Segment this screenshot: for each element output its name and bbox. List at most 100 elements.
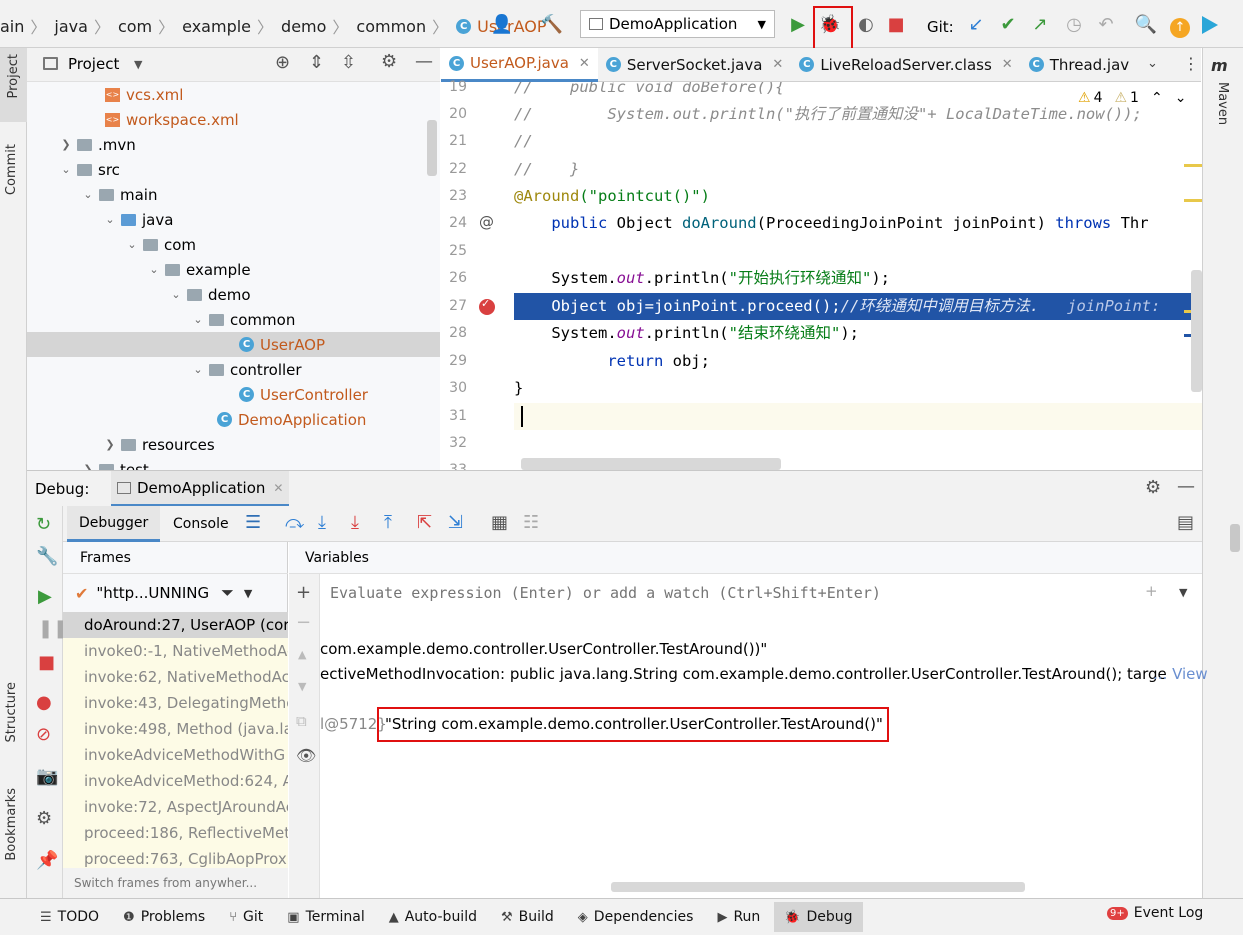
frame-item[interactable]: proceed:186, ReflectiveMet bbox=[63, 820, 288, 846]
tree-item[interactable]: <> vcs.xml bbox=[105, 82, 183, 107]
resume-icon[interactable]: ▶ bbox=[38, 586, 52, 607]
project-tool-tab[interactable]: Project bbox=[0, 48, 27, 122]
window-scrollbar[interactable] bbox=[1230, 524, 1240, 552]
step-out-icon[interactable]: ⤒ bbox=[384, 512, 392, 533]
frame-item[interactable]: proceed:763, CglibAopProx bbox=[63, 846, 288, 868]
auto-build-tool-button[interactable]: ▲ Auto-build bbox=[389, 909, 477, 925]
collapse-all-icon[interactable]: ⇳ bbox=[341, 52, 356, 73]
tree-item[interactable]: ⌄ java bbox=[103, 207, 173, 232]
variables-scrollbar[interactable] bbox=[611, 882, 1025, 892]
code-editor[interactable]: // public void doBefore(){ // System.out… bbox=[514, 82, 1202, 470]
chevron-down-icon[interactable]: ▼ bbox=[134, 58, 142, 71]
tree-item[interactable]: ⌄ src bbox=[59, 157, 120, 182]
editor-tab[interactable]: C LiveReloadServer.class ✕ bbox=[791, 48, 1020, 82]
frame-item[interactable]: invoke0:-1, NativeMethodAc bbox=[63, 638, 288, 664]
stop-icon[interactable]: ■ bbox=[38, 652, 55, 673]
chevron-right-icon[interactable]: ❯ bbox=[81, 463, 95, 470]
git-push-icon[interactable]: ↗ bbox=[1028, 12, 1052, 36]
breadcrumb-item[interactable]: demo bbox=[281, 17, 326, 36]
move-down-icon[interactable]: ▼ bbox=[298, 680, 306, 693]
breadcrumb-item[interactable]: java bbox=[54, 17, 88, 36]
layout-settings-icon[interactable]: ▤ bbox=[1177, 512, 1194, 533]
force-step-into-icon[interactable]: ⤓ bbox=[351, 512, 359, 533]
gear-icon[interactable]: ⚙ bbox=[36, 808, 52, 829]
variable-value-line[interactable]: ectiveMethodInvocation: public java.lang… bbox=[320, 665, 1170, 683]
tree-item[interactable]: ⌄ demo bbox=[169, 282, 250, 307]
close-icon[interactable]: ✕ bbox=[273, 481, 283, 495]
chevron-down-icon[interactable]: ⌄ bbox=[169, 288, 183, 301]
chevron-down-icon[interactable]: ▼ bbox=[1179, 586, 1187, 599]
eye-watch-icon[interactable]: 👁 bbox=[296, 746, 316, 765]
frame-item[interactable]: invoke:498, Method (java.la bbox=[63, 716, 288, 742]
frame-item-selected[interactable]: doAround:27, UserAOP (cor bbox=[63, 612, 288, 638]
expand-all-icon[interactable]: ⇕ bbox=[309, 52, 324, 73]
dependencies-tool-button[interactable]: ◈ Dependencies bbox=[578, 909, 694, 925]
chevron-right-icon[interactable]: ❯ bbox=[103, 438, 117, 451]
tree-item[interactable]: ❯ .mvn bbox=[59, 132, 135, 157]
chevron-right-icon[interactable]: ❯ bbox=[59, 138, 73, 151]
gear-icon[interactable]: ⚙ bbox=[1145, 477, 1161, 498]
update-arrow-icon[interactable]: ↑ bbox=[1170, 18, 1190, 38]
close-icon[interactable]: ✕ bbox=[772, 57, 783, 72]
trace-stream-icon[interactable]: ☷ bbox=[523, 512, 539, 533]
drop-frame-icon[interactable]: ⇱ bbox=[417, 512, 432, 533]
wrench-icon[interactable]: 🔧 bbox=[36, 546, 58, 567]
move-up-icon[interactable]: ▲ bbox=[298, 648, 306, 661]
vertical-scrollbar[interactable] bbox=[1191, 270, 1202, 392]
code-with-me-icon[interactable] bbox=[1202, 16, 1218, 34]
breadcrumb-item[interactable]: example bbox=[182, 17, 251, 36]
tree-item[interactable]: ❯ resources bbox=[103, 432, 214, 457]
frame-item[interactable]: invoke:43, DelegatingMetho bbox=[63, 690, 288, 716]
chevron-down-icon[interactable]: ⌄ bbox=[103, 213, 117, 226]
tab-debugger[interactable]: Debugger bbox=[67, 506, 161, 542]
breadcrumb-item[interactable]: com bbox=[118, 17, 152, 36]
close-icon[interactable]: ✕ bbox=[579, 56, 590, 71]
maven-m-icon[interactable]: m bbox=[1211, 56, 1228, 75]
more-vertical-icon[interactable]: ⋮ bbox=[1183, 54, 1199, 73]
rollback-icon[interactable]: ↶ bbox=[1094, 12, 1118, 36]
view-breakpoints-icon[interactable]: ● bbox=[36, 692, 52, 713]
mute-breakpoints-icon[interactable]: ⊘ bbox=[36, 724, 51, 745]
chevron-down-icon[interactable]: ⌄ bbox=[191, 363, 205, 376]
todo-tool-button[interactable]: ☰ TODO bbox=[40, 909, 99, 925]
commit-tool-tab[interactable]: Commit bbox=[4, 144, 19, 195]
editor-tab[interactable]: C ServerSocket.java ✕ bbox=[598, 48, 792, 82]
run-to-cursor-icon[interactable]: ⇲ bbox=[448, 512, 463, 533]
chevron-down-icon[interactable]: ⌄ bbox=[81, 188, 95, 201]
hide-minus-icon[interactable]: — bbox=[415, 51, 433, 72]
maven-tool-tab[interactable]: Maven bbox=[1215, 82, 1230, 125]
event-log-button[interactable]: 9+ Event Log bbox=[1107, 905, 1203, 921]
project-view-selector[interactable]: Project bbox=[68, 55, 119, 73]
editor-tab[interactable]: C Thread.jav bbox=[1021, 48, 1137, 82]
chevron-down-icon[interactable]: ⌄ bbox=[1175, 90, 1187, 106]
close-icon[interactable]: ✕ bbox=[1002, 57, 1013, 72]
run-icon[interactable]: ▶ bbox=[786, 12, 810, 36]
rerun-icon[interactable]: ↻ bbox=[36, 514, 51, 535]
frame-item[interactable]: invoke:62, NativeMethodAc bbox=[63, 664, 288, 690]
history-clock-icon[interactable]: ◷ bbox=[1062, 12, 1086, 36]
gear-icon[interactable]: ⚙ bbox=[381, 51, 397, 72]
debug-session-tab[interactable]: DemoApplication ✕ bbox=[111, 471, 290, 507]
camera-icon[interactable]: 📷 bbox=[36, 766, 58, 787]
remove-minus-icon[interactable]: − bbox=[296, 612, 311, 633]
chevron-up-icon[interactable]: ⌃ bbox=[1151, 90, 1163, 106]
debug-tool-button-active[interactable]: 🐞 Debug bbox=[774, 902, 863, 932]
step-over-icon[interactable]: ⤼ bbox=[285, 512, 304, 533]
pin-icon[interactable]: 📌 bbox=[36, 850, 58, 871]
chevron-down-icon[interactable]: ⌄ bbox=[191, 313, 205, 326]
evaluate-expression-icon[interactable]: ▦ bbox=[491, 512, 508, 533]
add-watch-plus-icon[interactable]: + bbox=[296, 582, 311, 603]
tree-item[interactable]: C UserController bbox=[239, 382, 368, 407]
highlighted-return-value[interactable]: "String com.example.demo.controller.User… bbox=[377, 707, 889, 742]
tree-item[interactable]: ⌄ controller bbox=[191, 357, 301, 382]
filter-icon[interactable]: ⏷ bbox=[221, 583, 234, 603]
tree-item[interactable]: ❯ test bbox=[81, 457, 149, 470]
build-tool-button[interactable]: ⚒ Build bbox=[501, 909, 554, 925]
add-watch-icon[interactable]: + bbox=[1145, 582, 1158, 600]
step-into-icon[interactable]: ⤓ bbox=[318, 512, 326, 533]
inspection-widget[interactable]: ⚠ 4 ⚠ 1 ⌃ ⌄ bbox=[1078, 90, 1186, 106]
chevron-down-icon[interactable]: ⌄ bbox=[147, 263, 161, 276]
tree-item-selected[interactable]: C UserAOP bbox=[27, 332, 440, 357]
git-tool-button[interactable]: ⑂ Git bbox=[229, 909, 263, 925]
chevron-down-icon[interactable]: ⌄ bbox=[59, 163, 73, 176]
